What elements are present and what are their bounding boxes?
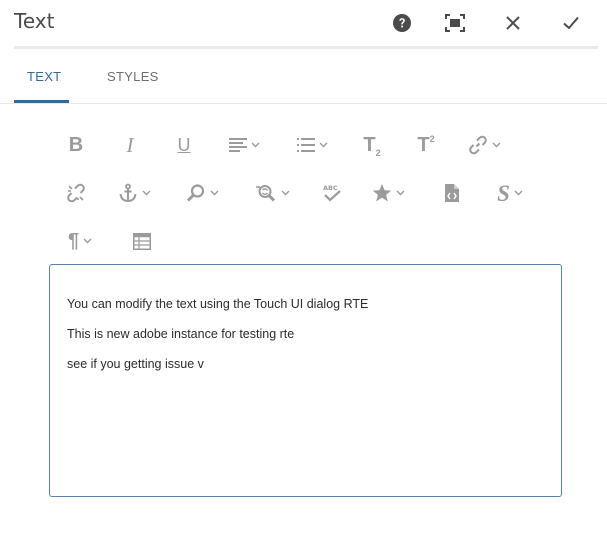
table-icon	[133, 232, 151, 250]
paragraph-format-button[interactable]: ¶	[58, 223, 102, 259]
rte-dialog: Text TEXT STYLES B I U T2 T2 ABC S ¶ You…	[0, 0, 607, 538]
cancel-button[interactable]	[501, 11, 525, 35]
link-button[interactable]	[462, 127, 506, 163]
paragraph-icon: ¶	[67, 230, 80, 252]
editor-paragraph: You can modify the text using the Touch …	[67, 297, 369, 311]
search-icon	[186, 184, 204, 202]
source-code-icon	[445, 184, 459, 202]
rte-toolbar: B I U T2 T2 ABC S ¶	[0, 125, 607, 255]
chevron-down-icon	[83, 238, 92, 244]
italic-icon: I	[126, 132, 134, 157]
align-left-icon	[228, 138, 247, 152]
find-replace-icon	[255, 185, 275, 202]
styles-button[interactable]: S	[488, 175, 532, 211]
superscript-button[interactable]: T2	[404, 127, 448, 163]
bold-icon: B	[68, 134, 84, 156]
tab-list: TEXT STYLES	[0, 49, 607, 104]
lists-button[interactable]	[290, 127, 334, 163]
chevron-down-icon	[396, 190, 404, 196]
special-chars-button[interactable]	[366, 175, 410, 211]
find-replace-button[interactable]	[250, 175, 294, 211]
unlink-icon	[67, 183, 85, 203]
link-icon	[468, 135, 487, 155]
superscript-icon: T2	[417, 133, 435, 156]
chevron-down-icon	[210, 190, 218, 196]
editor-paragraph: This is new adobe instance for testing r…	[67, 327, 295, 341]
table-button[interactable]	[120, 223, 164, 259]
active-tab-indicator	[14, 100, 69, 103]
editor-paragraph: see if you getting issue v	[67, 357, 204, 371]
spellcheck-icon: ABC	[323, 184, 341, 202]
source-edit-button[interactable]	[430, 175, 474, 211]
chevron-down-icon	[281, 190, 289, 196]
justify-button[interactable]	[222, 127, 266, 163]
close-icon	[506, 16, 520, 30]
list-bulleted-icon	[296, 138, 315, 152]
underline-icon: U	[177, 135, 191, 155]
done-button[interactable]	[559, 11, 583, 35]
help-icon	[393, 14, 411, 32]
anchor-icon	[119, 183, 136, 203]
spellcheck-button[interactable]: ABC	[310, 175, 354, 211]
dialog-title: Text	[14, 9, 55, 33]
find-button[interactable]	[180, 175, 224, 211]
subscript-button[interactable]: T2	[350, 127, 394, 163]
unlink-button[interactable]	[54, 175, 98, 211]
chevron-down-icon	[319, 142, 327, 148]
chevron-down-icon	[514, 190, 523, 196]
italic-button[interactable]: I	[108, 127, 152, 163]
svg-text:ABC: ABC	[323, 184, 338, 192]
styles-icon: S	[497, 180, 510, 206]
subscript-icon: T2	[363, 133, 381, 158]
star-icon	[372, 184, 391, 202]
help-button[interactable]	[390, 11, 414, 35]
chevron-down-icon	[251, 142, 259, 148]
bold-button[interactable]: B	[54, 127, 98, 163]
fullscreen-icon	[445, 14, 465, 32]
chevron-down-icon	[142, 190, 150, 196]
tab-text[interactable]: TEXT	[27, 69, 61, 84]
fullscreen-button[interactable]	[443, 11, 467, 35]
dialog-header: Text	[0, 0, 607, 46]
rte-editable-area[interactable]: You can modify the text using the Touch …	[49, 264, 562, 497]
underline-button[interactable]: U	[162, 127, 206, 163]
chevron-down-icon	[492, 142, 500, 148]
checkmark-icon	[563, 16, 579, 30]
anchor-button[interactable]	[112, 175, 156, 211]
tab-styles[interactable]: STYLES	[107, 69, 159, 84]
